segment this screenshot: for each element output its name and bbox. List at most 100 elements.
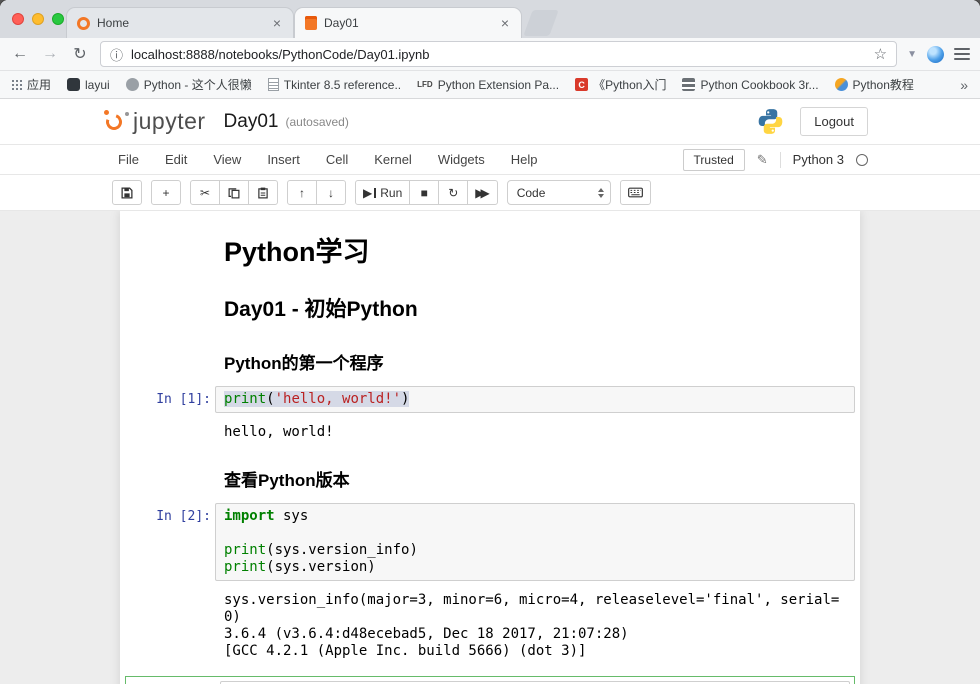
document-icon bbox=[268, 78, 279, 91]
bookmark-extension-packages[interactable]: LFD Python Extension Pa... bbox=[417, 78, 559, 92]
bookmark-tkinter[interactable]: Tkinter 8.5 reference.. bbox=[268, 78, 401, 92]
notebook-heading-1: Python学习 bbox=[224, 230, 855, 269]
input-prompt: In [2]: bbox=[125, 503, 215, 581]
interrupt-kernel-button[interactable]: ■ bbox=[409, 180, 439, 205]
markdown-cell-h2[interactable]: Day01 - 初始Python bbox=[120, 276, 860, 330]
copy-cell-button[interactable] bbox=[219, 180, 249, 205]
notebook-page: Python学习 Day01 - 初始Python Python的第一个程序 I… bbox=[120, 211, 860, 684]
browser-toolbar: ← → ↻ ⓘ localhost:8888/notebooks/PythonC… bbox=[0, 38, 980, 71]
output-text: [GCC 4.2.1 (Apple Inc. build 5666) (dot … bbox=[224, 643, 847, 660]
code-token: (sys.version) bbox=[266, 559, 376, 575]
run-cell-button[interactable]: ▶ Run bbox=[355, 180, 410, 205]
url-text[interactable]: localhost:8888/notebooks/PythonCode/Day0… bbox=[131, 47, 866, 62]
cell-type-select[interactable]: Code bbox=[507, 180, 611, 205]
scissors-icon: ✂ bbox=[200, 187, 210, 199]
downloads-dropdown-icon[interactable]: ▼ bbox=[907, 49, 917, 60]
lfd-icon: LFD bbox=[417, 80, 433, 89]
bookmarks-bar: 应用 layui Python - 这个人很懒 Tkinter 8.5 refe… bbox=[0, 71, 980, 99]
code-cell-2[interactable]: In [2]: import sys print(sys.version_inf… bbox=[120, 498, 860, 586]
bookmark-python-intro[interactable]: C 《Python入门 bbox=[575, 76, 666, 93]
extension-globe-icon[interactable] bbox=[927, 46, 944, 63]
address-bar[interactable]: ⓘ localhost:8888/notebooks/PythonCode/Da… bbox=[100, 41, 897, 67]
markdown-cell-h1[interactable]: Python学习 bbox=[120, 217, 860, 276]
close-tab-icon[interactable]: × bbox=[271, 16, 283, 30]
notebook-favicon bbox=[305, 16, 317, 30]
bookmark-python-tutorial[interactable]: Python教程 bbox=[835, 76, 914, 93]
tutorial-icon bbox=[835, 78, 848, 91]
jupyter-logo-text: jupyter bbox=[133, 108, 206, 135]
notebook-title[interactable]: Day01 bbox=[224, 111, 279, 133]
move-cell-down-button[interactable]: ↓ bbox=[316, 180, 346, 205]
tab-day01[interactable]: Day01 × bbox=[294, 7, 522, 38]
close-tab-icon[interactable]: × bbox=[499, 16, 511, 30]
code-cell-1[interactable]: In [1]: print('hello, world!') bbox=[120, 381, 860, 418]
page-info-icon[interactable]: ⓘ bbox=[110, 45, 123, 64]
tab-home[interactable]: Home × bbox=[66, 7, 294, 38]
menu-help[interactable]: Help bbox=[498, 152, 551, 167]
save-button[interactable] bbox=[112, 180, 142, 205]
restart-icon: ↻ bbox=[448, 187, 458, 199]
trusted-badge[interactable]: Trusted bbox=[683, 149, 745, 171]
tab-home-label: Home bbox=[97, 16, 264, 30]
paste-cell-button[interactable] bbox=[248, 180, 278, 205]
code-token: 'hello, world!' bbox=[275, 391, 401, 407]
paste-icon bbox=[257, 187, 269, 199]
markdown-cell-h3-first[interactable]: Python的第一个程序 bbox=[120, 330, 860, 381]
chrome-menu-icon[interactable] bbox=[954, 48, 970, 60]
menu-view[interactable]: View bbox=[200, 152, 254, 167]
cell-prompt bbox=[125, 452, 215, 493]
markdown-cell-h3-second[interactable]: 查看Python版本 bbox=[120, 447, 860, 498]
bookmark-star-icon[interactable]: ☆ bbox=[874, 45, 887, 63]
code-input-area[interactable]: import sys print(sys.version_info) print… bbox=[215, 503, 855, 581]
menu-insert[interactable]: Insert bbox=[254, 152, 313, 167]
output-text: hello, world! bbox=[224, 424, 847, 441]
menu-file[interactable]: File bbox=[118, 152, 152, 167]
code-token: import bbox=[224, 508, 275, 524]
logout-button[interactable]: Logout bbox=[800, 107, 868, 136]
jupyter-logo[interactable]: jupyter bbox=[104, 108, 206, 135]
restart-run-all-button[interactable]: ▶▶ bbox=[467, 180, 497, 205]
browser-window: Home × Day01 × ← → ↻ ⓘ localhost:8888/no… bbox=[0, 0, 980, 684]
menu-widgets[interactable]: Widgets bbox=[425, 152, 498, 167]
zoom-window-button[interactable] bbox=[52, 13, 64, 25]
bookmark-label: Python Cookbook 3r... bbox=[700, 78, 818, 92]
new-tab-button[interactable] bbox=[523, 10, 558, 36]
c-badge-icon: C bbox=[575, 78, 588, 91]
close-window-button[interactable] bbox=[12, 13, 24, 25]
bookmark-cookbook[interactable]: Python Cookbook 3r... bbox=[682, 78, 818, 92]
reload-icon[interactable]: ↻ bbox=[70, 44, 90, 64]
cut-cell-button[interactable]: ✂ bbox=[190, 180, 220, 205]
arrow-down-icon: ↓ bbox=[328, 187, 334, 199]
kernel-name[interactable]: Python 3 bbox=[793, 152, 844, 167]
minimize-window-button[interactable] bbox=[32, 13, 44, 25]
cell-type-value: Code bbox=[517, 186, 598, 200]
notebook-scroll-area[interactable]: Python学习 Day01 - 初始Python Python的第一个程序 I… bbox=[0, 211, 980, 684]
bookmark-python-blog[interactable]: Python - 这个人很懒 bbox=[126, 76, 252, 93]
cell-prompt bbox=[125, 281, 215, 325]
forward-icon[interactable]: → bbox=[40, 45, 60, 63]
command-palette-button[interactable] bbox=[620, 180, 651, 205]
code-token: print bbox=[224, 559, 266, 575]
jupyter-header: jupyter Day01 (autosaved) Logout bbox=[0, 99, 980, 144]
move-cell-up-button[interactable]: ↑ bbox=[287, 180, 317, 205]
menu-kernel[interactable]: Kernel bbox=[361, 152, 425, 167]
bookmark-apps[interactable]: 应用 bbox=[12, 76, 51, 93]
bookmarks-overflow-chevron[interactable]: » bbox=[960, 77, 968, 93]
cell-prompt bbox=[125, 335, 215, 376]
code-input-area[interactable]: print('hello, world!') bbox=[215, 386, 855, 413]
output-text: sys.version_info(major=3, minor=6, micro… bbox=[224, 592, 847, 609]
add-cell-button[interactable]: + bbox=[151, 180, 181, 205]
code-token: ( bbox=[266, 391, 274, 407]
select-arrows-icon bbox=[598, 188, 604, 198]
restart-kernel-button[interactable]: ↻ bbox=[438, 180, 468, 205]
menu-edit[interactable]: Edit bbox=[152, 152, 200, 167]
tab-day01-label: Day01 bbox=[324, 16, 492, 30]
bookmark-label: Python Extension Pa... bbox=[438, 78, 559, 92]
bookmark-layui[interactable]: layui bbox=[67, 78, 110, 92]
menu-cell[interactable]: Cell bbox=[313, 152, 361, 167]
notebook-heading-3: 查看Python版本 bbox=[224, 466, 855, 491]
back-icon[interactable]: ← bbox=[10, 45, 30, 63]
notebook-heading-3: Python的第一个程序 bbox=[224, 349, 855, 374]
output-prompt bbox=[125, 588, 215, 660]
code-cell-3-active[interactable]: In [ ]: bbox=[125, 676, 855, 684]
